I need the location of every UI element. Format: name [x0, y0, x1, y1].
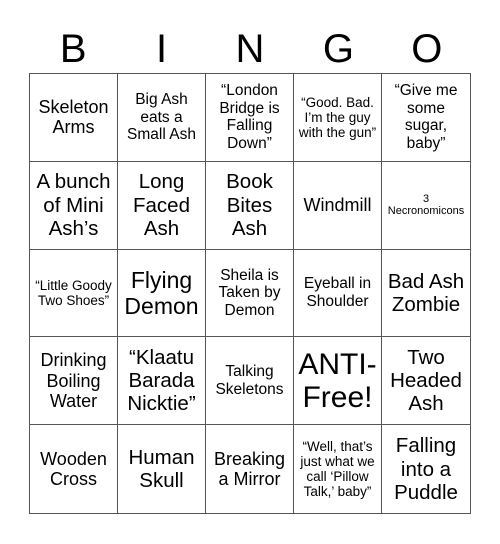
bingo-cell-text: “Give me some sugar, baby” — [394, 82, 458, 152]
bingo-cell-text: Drinking Boiling Water — [40, 350, 107, 411]
bingo-cell-text: Sheila is Taken by Demon — [218, 266, 281, 319]
bingo-cell[interactable]: Bad Ash Zombie — [382, 250, 470, 338]
bingo-cell[interactable]: “Klaatu Barada Nicktie” — [118, 337, 206, 426]
header-letter-i: I — [156, 27, 168, 71]
bingo-cell-text: Bad Ash Zombie — [387, 269, 465, 316]
bingo-cell-text: “Little Goody Two Shoes” — [35, 277, 112, 308]
bingo-cell-text: Human Skull — [128, 445, 195, 493]
bingo-cell[interactable]: Long Faced Ash — [118, 161, 206, 250]
bingo-cell-text: Long Faced Ash — [133, 170, 190, 240]
header-letter-g: G — [322, 27, 354, 71]
bingo-cell[interactable]: 3 Necronomicons — [382, 162, 470, 250]
bingo-cell[interactable]: “Good. Bad. I’m the guy with the gun” — [294, 74, 382, 162]
header-letter-n: N — [235, 27, 265, 71]
bingo-cell[interactable]: Windmill — [294, 161, 382, 250]
bingo-cell[interactable]: Flying Demon — [118, 249, 206, 338]
bingo-cell-text: Breaking a Mirror — [213, 448, 286, 490]
bingo-cell[interactable]: Falling into a Puddle — [382, 425, 470, 513]
bingo-cell-text: ANTI-Free! — [298, 347, 377, 414]
bingo-cell[interactable]: Big Ash eats a Small Ash — [118, 74, 206, 162]
bingo-cell[interactable]: Human Skull — [118, 425, 206, 513]
bingo-cell-text: Flying Demon — [124, 267, 199, 319]
bingo-cell[interactable]: Eyeball in Shoulder — [294, 249, 382, 338]
bingo-cell-text: “Good. Bad. I’m the guy with the gun” — [298, 94, 377, 141]
bingo-cell[interactable]: Two Headed Ash — [382, 337, 470, 426]
bingo-cell-text: Windmill — [303, 195, 372, 216]
bingo-cell[interactable]: Wooden Cross — [30, 425, 118, 513]
bingo-cell[interactable]: Sheila is Taken by Demon — [206, 249, 294, 338]
bingo-cell-text: Big Ash eats a Small Ash — [127, 91, 196, 144]
bingo-cell[interactable]: “London Bridge is Falling Down” — [206, 74, 294, 162]
bingo-free-cell[interactable]: ANTI-Free! — [294, 337, 382, 426]
bingo-cell-text: “Well, that’s just what we call ‘Pillow … — [300, 438, 375, 500]
bingo-cell-text: Skeleton Arms — [38, 97, 109, 138]
bingo-cell-text: Two Headed Ash — [390, 346, 462, 416]
bingo-cell-text: 3 Necronomicons — [387, 192, 465, 218]
bingo-cell[interactable]: Talking Skeletons — [206, 337, 294, 426]
bingo-cell-text: Eyeball in Shoulder — [303, 275, 372, 310]
bingo-cell-text: “Klaatu Barada Nicktie” — [127, 346, 196, 416]
bingo-cell-text: A bunch of Mini Ash’s — [36, 170, 111, 240]
bingo-cell[interactable]: “Give me some sugar, baby” — [382, 74, 470, 162]
bingo-cell-text: Book Bites Ash — [226, 170, 273, 240]
bingo-cell-text: “London Bridge is Falling Down” — [219, 82, 280, 152]
bingo-cell[interactable]: Drinking Boiling Water — [30, 337, 118, 426]
header-letter-o: O — [411, 27, 443, 71]
bingo-cell-text: Wooden Cross — [40, 448, 107, 490]
bingo-cell[interactable]: Breaking a Mirror — [206, 425, 294, 513]
bingo-cell[interactable]: Book Bites Ash — [206, 161, 294, 250]
bingo-cell[interactable]: “Well, that’s just what we call ‘Pillow … — [294, 425, 382, 513]
bingo-cell-text: Falling into a Puddle — [394, 434, 458, 504]
bingo-cell[interactable]: A bunch of Mini Ash’s — [30, 161, 118, 250]
bingo-card-grid: Skeleton Arms Big Ash eats a Small Ash “Lo… — [29, 73, 471, 514]
bingo-header: B I N G O — [29, 26, 471, 72]
header-letter-b: B — [59, 27, 87, 71]
bingo-cell[interactable]: “Little Goody Two Shoes” — [30, 249, 118, 338]
bingo-cell-text: Talking Skeletons — [215, 363, 284, 398]
bingo-cell[interactable]: Skeleton Arms — [30, 74, 118, 162]
